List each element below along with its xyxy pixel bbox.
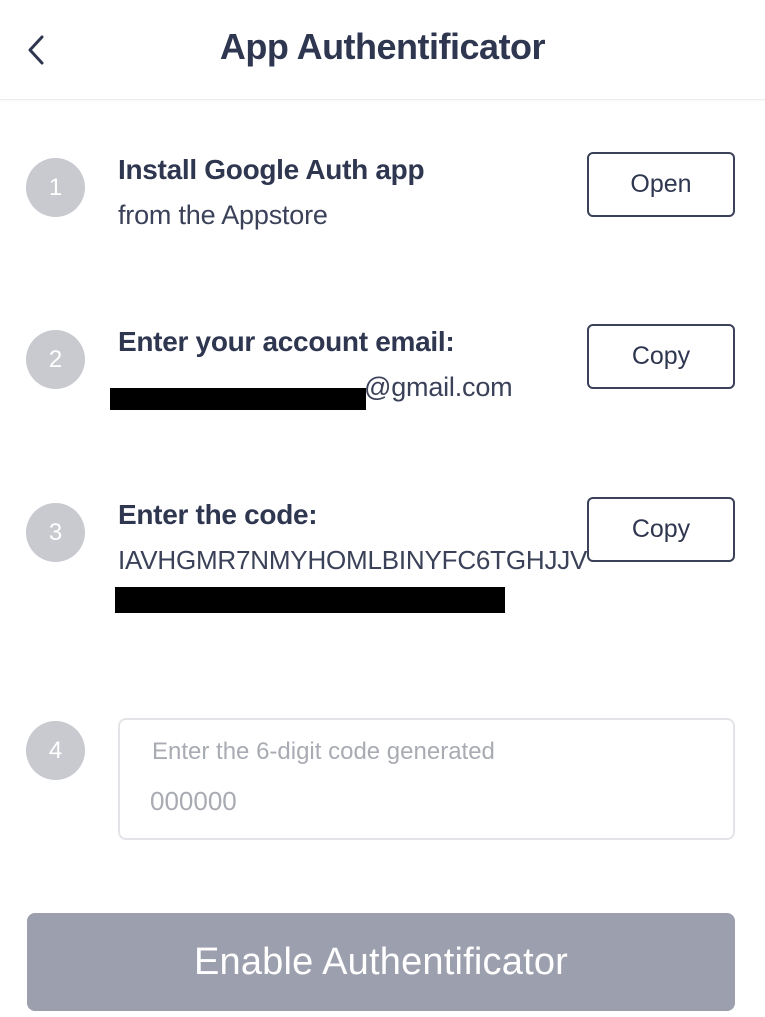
enable-authenticator-button[interactable]: Enable Authentificator [27,913,735,1011]
step-title: Enter the code: [118,499,318,530]
verification-code-label: Enter the 6-digit code generated [152,738,495,765]
open-appstore-button[interactable]: Open [587,152,735,217]
page-title: App Authentificator [219,26,546,67]
step-number-badge: 2 [26,330,85,389]
verification-code-field[interactable]: Enter the 6-digit code generated [118,718,735,840]
verification-code-input[interactable] [150,780,690,822]
step-number-badge: 1 [26,158,85,217]
step-number-badge: 3 [26,503,85,562]
copy-email-button[interactable]: Copy [587,324,735,389]
header-bar: App Authentificator [0,0,765,100]
app-authenticator-screen: App Authentificator 1 Install Google Aut… [0,0,765,1017]
step-subtitle: from the Appstore [118,200,328,230]
secret-code-text: IAVHGMR7NMYHOMLBINYFC6TGHJJV [118,545,588,575]
redacted-email-local-part [110,388,366,410]
step-title: Install Google Auth app [118,154,425,185]
redacted-code-line [115,587,505,613]
step-number-badge: 4 [26,721,85,780]
step-title: Enter your account email: [118,326,455,357]
copy-code-button[interactable]: Copy [587,497,735,562]
account-email-domain: @gmail.com [364,372,513,402]
